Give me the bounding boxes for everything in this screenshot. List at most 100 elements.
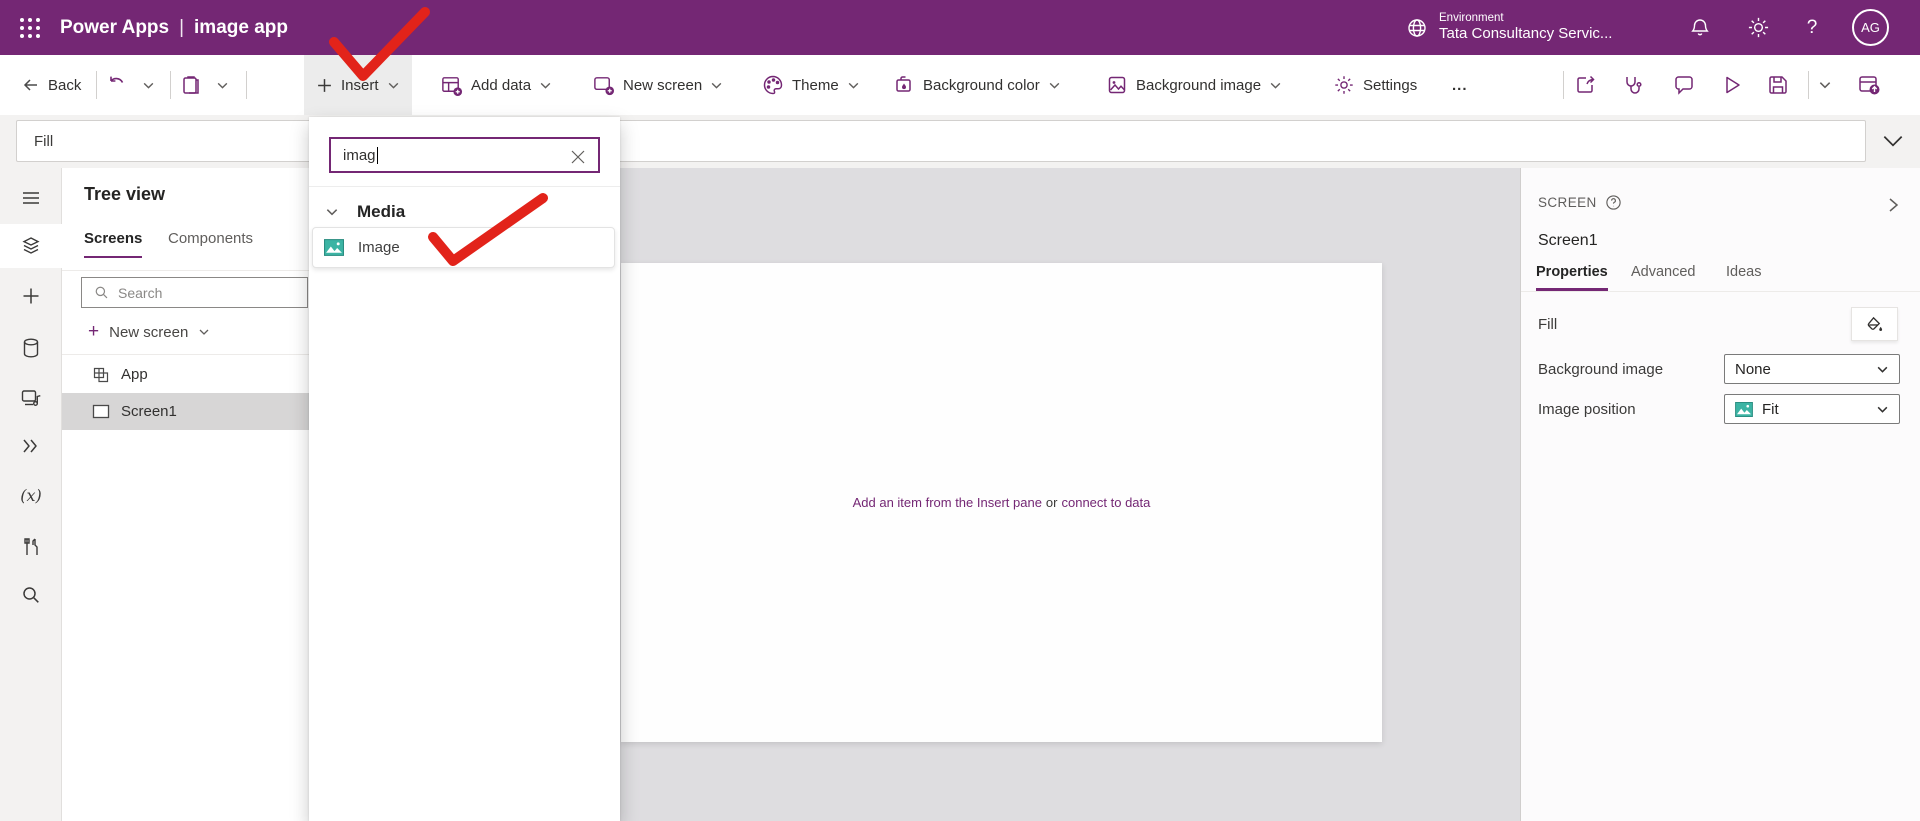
preview-play-button[interactable] — [1720, 55, 1744, 115]
hamburger-icon[interactable] — [0, 176, 62, 220]
insert-flyout: imag Media Image — [309, 117, 620, 821]
divider — [62, 354, 309, 355]
command-bar: Back Insert Add data New screen Theme Ba… — [0, 55, 1920, 115]
gear-icon — [1333, 74, 1355, 96]
screen1-design-surface[interactable]: Add an item from the Insert pane or connec… — [621, 263, 1382, 742]
app-icon — [92, 366, 110, 384]
tree-view-panel: Tree view Screens Components Search + Ne… — [62, 168, 309, 821]
media-icon[interactable] — [0, 376, 62, 420]
add-data-label: Add data — [471, 76, 532, 94]
tab-screens[interactable]: Screens — [84, 230, 143, 258]
hint-or-text: or — [1045, 495, 1058, 510]
background-image-button[interactable]: Background image — [1106, 55, 1282, 115]
background-color-button[interactable]: Background color — [893, 55, 1061, 115]
divider — [96, 71, 97, 99]
more-commands-button[interactable]: ... — [1452, 55, 1468, 115]
comment-icon — [1672, 73, 1696, 97]
tree-item-app[interactable]: App — [62, 356, 309, 393]
image-position-value: Fit — [1762, 400, 1779, 418]
undo-menu-chevron[interactable] — [142, 55, 155, 115]
globe-icon — [1405, 16, 1429, 40]
insert-image-item[interactable]: Image — [312, 227, 615, 268]
fill-color-picker-button[interactable] — [1851, 307, 1898, 341]
tab-advanced[interactable]: Advanced — [1631, 264, 1696, 288]
formula-property-value: Fill — [34, 132, 54, 150]
advanced-tools-icon[interactable] — [0, 525, 62, 569]
stethoscope-icon — [1621, 73, 1645, 97]
app-checker-button[interactable] — [1621, 55, 1645, 115]
insert-pane-link[interactable]: Add an item from the Insert pane — [853, 495, 1042, 510]
new-screen-icon — [592, 74, 615, 97]
divider — [62, 270, 309, 271]
save-button[interactable] — [1766, 55, 1790, 115]
new-screen-label: New screen — [109, 323, 189, 341]
paint-bucket-icon — [893, 74, 915, 96]
help-circle-icon[interactable] — [1605, 194, 1622, 211]
help-icon[interactable]: ? — [1790, 0, 1834, 55]
chevron-down-icon — [540, 82, 551, 89]
search-rail-icon[interactable] — [0, 573, 62, 617]
control-type-label: SCREEN — [1538, 195, 1597, 210]
variables-icon[interactable]: (x) — [0, 473, 62, 517]
tab-properties[interactable]: Properties — [1536, 264, 1608, 291]
chevron-down-icon — [388, 82, 398, 89]
insert-rail-icon[interactable] — [0, 274, 62, 318]
image-position-property-label: Image position — [1538, 401, 1636, 418]
environment-picker[interactable]: Environment Tata Consultancy Servic... — [1405, 0, 1612, 55]
app-title: Power Apps | image app — [60, 0, 288, 55]
settings-gear-icon[interactable] — [1736, 0, 1780, 55]
formula-expand-chevron[interactable] — [1880, 128, 1906, 154]
publish-button[interactable] — [1856, 55, 1882, 115]
media-section-header[interactable]: Media — [309, 197, 620, 227]
play-icon — [1720, 73, 1744, 97]
fill-property-label: Fill — [1538, 316, 1558, 333]
background-image-property-label: Background image — [1538, 361, 1664, 378]
add-data-button[interactable]: Add data — [440, 55, 552, 115]
connect-to-data-link[interactable]: connect to data — [1061, 495, 1150, 510]
tab-ideas[interactable]: Ideas — [1726, 264, 1761, 288]
plus-icon — [316, 77, 333, 94]
tab-components[interactable]: Components — [168, 230, 253, 258]
properties-panel: SCREEN Screen1 Properties Advanced Ideas… — [1520, 168, 1920, 821]
insert-search-input[interactable]: imag — [329, 137, 600, 173]
comments-button[interactable] — [1672, 55, 1696, 115]
theme-palette-icon — [762, 74, 784, 96]
paint-bucket-icon — [1865, 315, 1884, 334]
power-automate-icon[interactable] — [0, 424, 62, 468]
paste-menu-chevron[interactable] — [216, 55, 229, 115]
data-sources-icon[interactable] — [0, 326, 62, 370]
notifications-bell-icon[interactable] — [1678, 0, 1722, 55]
image-position-select[interactable]: Fit — [1724, 394, 1900, 424]
undo-icon — [106, 74, 128, 96]
divider — [1563, 71, 1564, 99]
formula-bar: Fill — [0, 115, 1920, 168]
selected-control-type: SCREEN — [1538, 194, 1622, 211]
undo-button[interactable] — [106, 55, 128, 115]
tree-view-icon[interactable] — [0, 224, 62, 268]
paste-button[interactable] — [180, 55, 202, 115]
theme-label: Theme — [792, 76, 839, 94]
background-image-select[interactable]: None — [1724, 354, 1900, 384]
formula-input[interactable]: Fill — [16, 120, 1866, 162]
search-icon — [94, 285, 109, 300]
tree-item-screen1[interactable]: Screen1 — [62, 393, 309, 430]
chevron-down-icon — [1049, 82, 1060, 89]
new-screen-button[interactable]: New screen — [592, 55, 723, 115]
back-button[interactable]: Back — [22, 55, 81, 115]
chevron-down-icon — [1877, 406, 1888, 413]
divider — [170, 71, 171, 99]
save-menu-chevron[interactable] — [1818, 55, 1832, 115]
avatar[interactable]: AG — [1852, 9, 1889, 46]
collapse-panel-chevron-right-icon[interactable] — [1884, 196, 1902, 214]
clear-search-icon[interactable] — [568, 147, 588, 167]
plus-icon: + — [88, 321, 100, 342]
tree-item-label: Screen1 — [121, 403, 177, 420]
tree-search-input[interactable]: Search — [81, 277, 308, 308]
new-screen-label: New screen — [623, 76, 703, 94]
theme-button[interactable]: Theme — [762, 55, 860, 115]
settings-button[interactable]: Settings — [1333, 55, 1417, 115]
insert-button[interactable]: Insert — [304, 55, 412, 115]
new-screen-dropdown[interactable]: + New screen — [62, 314, 309, 350]
waffle-icon[interactable] — [10, 8, 50, 48]
share-button[interactable] — [1574, 55, 1598, 115]
